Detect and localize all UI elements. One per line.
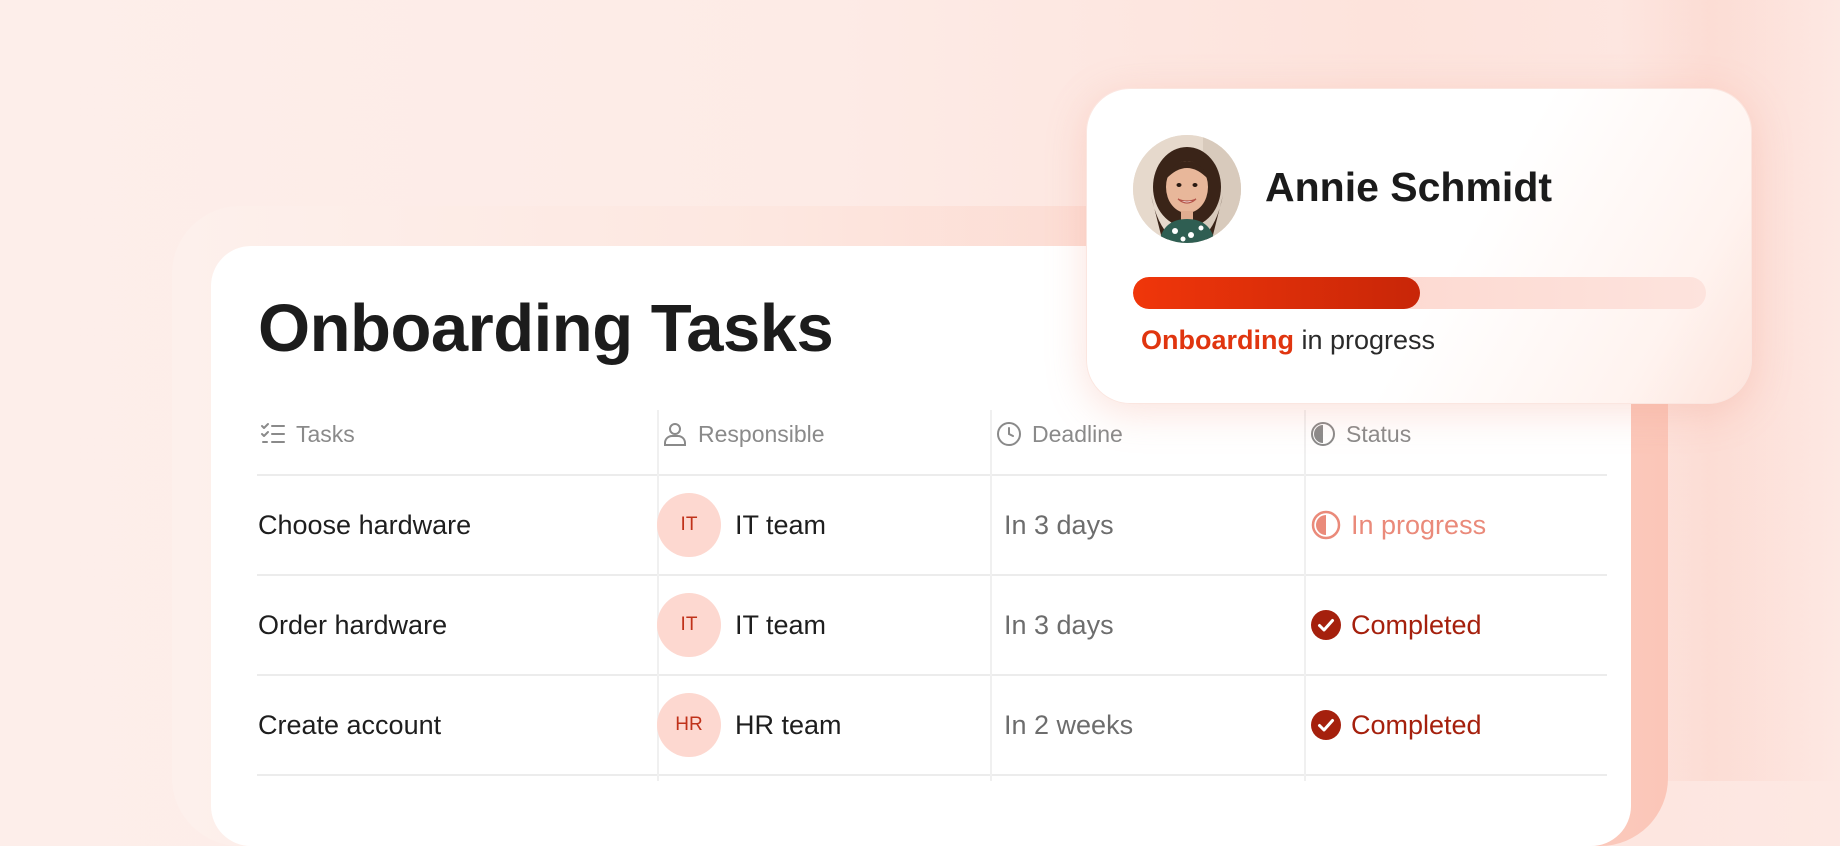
column-header-tasks[interactable]: Tasks: [260, 418, 355, 450]
responsible-name: IT team: [735, 509, 827, 540]
status-accent-text: Onboarding: [1141, 325, 1294, 355]
page-title: Onboarding Tasks: [258, 291, 834, 366]
responsible-cell[interactable]: IT IT team: [657, 592, 826, 658]
task-name[interactable]: Create account: [258, 705, 441, 745]
status-badge[interactable]: Completed: [1311, 605, 1482, 645]
column-header-deadline[interactable]: Deadline: [996, 418, 1123, 450]
onboarding-progress-bar: [1133, 277, 1706, 309]
status-label: Completed: [1351, 609, 1482, 640]
check-circle-icon: [1311, 710, 1341, 740]
clock-icon: [997, 422, 1021, 446]
deadline: In 2 weeks: [1004, 710, 1134, 740]
status-label: Completed: [1351, 709, 1482, 740]
column-header-label: Responsible: [698, 420, 825, 447]
team-badge: IT: [657, 493, 721, 557]
person-icon: [664, 423, 686, 446]
status-badge[interactable]: Completed: [1311, 705, 1482, 745]
responsible-cell[interactable]: IT IT team: [657, 492, 826, 558]
column-divider: [1304, 410, 1306, 781]
deadline: In 3 days: [1004, 610, 1114, 640]
column-header-status[interactable]: Status: [1310, 418, 1411, 450]
deadline: In 3 days: [1004, 510, 1114, 540]
column-header-label: Status: [1346, 420, 1412, 447]
row-divider: [257, 474, 1607, 476]
responsible-cell[interactable]: HR HR team: [657, 692, 842, 758]
onboarding-status-text: Onboarding in progress: [1141, 325, 1435, 356]
status-rest-text: in progress: [1293, 325, 1436, 355]
check-circle-icon: [1311, 610, 1341, 640]
column-divider: [990, 410, 992, 781]
team-badge: IT: [657, 593, 721, 657]
employee-name: Annie Schmidt: [1265, 164, 1553, 210]
task-name[interactable]: Choose hardware: [258, 505, 471, 545]
checklist-icon: [261, 423, 285, 443]
responsible-name: IT team: [735, 609, 827, 640]
row-divider: [257, 574, 1607, 576]
avatar[interactable]: [1133, 135, 1241, 243]
team-badge: HR: [657, 693, 721, 757]
column-header-responsible[interactable]: Responsible: [662, 418, 825, 450]
status-label: In progress: [1351, 509, 1487, 540]
half-circle-icon: [1311, 510, 1341, 540]
task-name[interactable]: Order hardware: [258, 605, 447, 645]
status-badge[interactable]: In progress: [1311, 505, 1486, 545]
employee-profile-card[interactable]: Annie Schmidt Onboarding in progress: [1086, 88, 1752, 404]
half-circle-icon: [1311, 422, 1335, 446]
row-divider: [257, 674, 1607, 676]
column-header-label: Deadline: [1032, 420, 1123, 447]
row-divider: [257, 774, 1607, 776]
column-header-label: Tasks: [296, 420, 355, 447]
progress-bar-fill: [1133, 277, 1420, 309]
responsible-name: HR team: [735, 709, 842, 740]
